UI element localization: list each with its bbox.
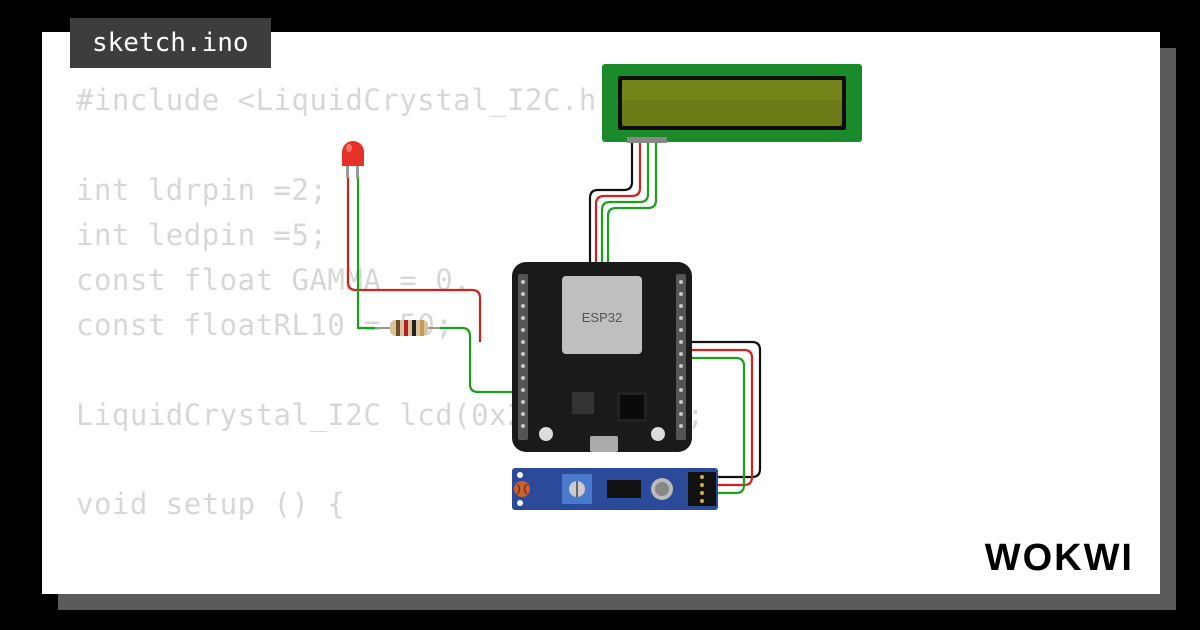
file-tab[interactable]: sketch.ino <box>70 18 271 68</box>
editor-card: #include <LiquidCrystal_I2C.h int ldrpin… <box>42 32 1160 594</box>
code-backdrop: #include <LiquidCrystal_I2C.h int ldrpin… <box>76 78 705 527</box>
wokwi-logo: WOKWI <box>985 537 1134 580</box>
file-tab-label: sketch.ino <box>92 28 249 58</box>
